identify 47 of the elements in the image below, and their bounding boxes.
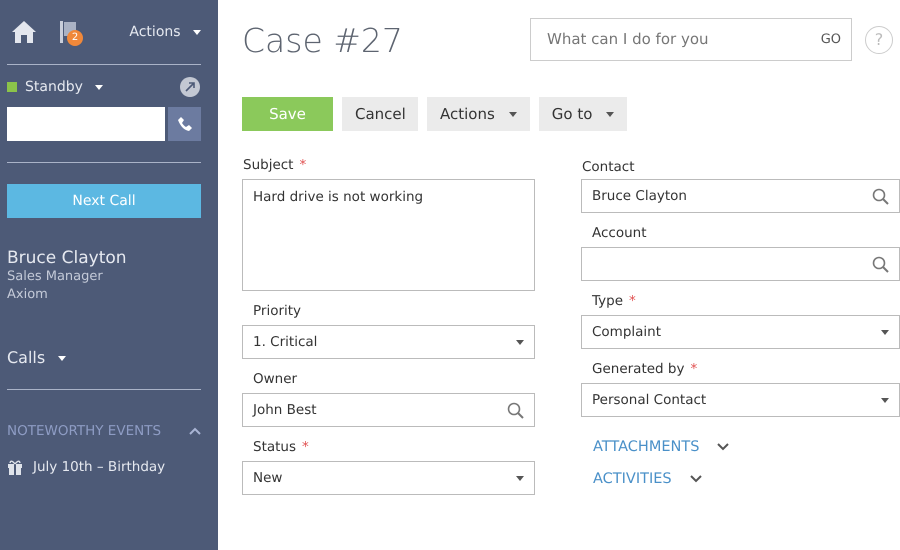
page-title: Case #27	[242, 20, 404, 60]
menu-button[interactable]: Actions	[427, 97, 530, 131]
pop-out-icon[interactable]	[179, 76, 201, 98]
field-label: Subject	[243, 157, 294, 173]
required-mark: *	[299, 157, 306, 173]
dropdown-field[interactable]: Personal Contact	[581, 383, 900, 417]
field-label: Generated by	[592, 361, 684, 377]
calls-dropdown[interactable]: Calls	[7, 348, 201, 367]
dropdown-field[interactable]: Complaint	[581, 315, 900, 349]
menu-button[interactable]: Go to	[538, 97, 628, 131]
notification-badge: 2	[67, 30, 83, 46]
dropdown-field[interactable]: 1. Critical	[242, 325, 535, 359]
field-label: Priority	[253, 303, 302, 319]
contact-title: Sales Manager	[7, 268, 104, 286]
gift-icon	[7, 459, 23, 475]
chevron-icon	[690, 475, 702, 483]
chevron-icon	[717, 443, 730, 451]
field-label: Contact	[582, 159, 635, 175]
field-label: Owner	[253, 371, 298, 387]
required-mark: *	[629, 293, 636, 309]
lookup-field[interactable]: Bruce Clayton	[581, 179, 900, 213]
phone-number-field[interactable]	[7, 107, 165, 141]
status-dropdown[interactable]: Standby	[25, 79, 104, 95]
home-icon[interactable]	[11, 20, 37, 44]
contact-company: Axiom	[7, 286, 49, 304]
field-label: Account	[592, 225, 647, 241]
section-heading: NOTEWORTHY EVENTS	[7, 423, 162, 439]
search-icon[interactable]	[507, 402, 524, 418]
actions-menu[interactable]: Actions	[129, 24, 201, 40]
field-label: Status	[253, 439, 296, 455]
field-label: Type	[592, 293, 624, 309]
call-button[interactable]	[168, 107, 201, 141]
search-field[interactable]: What can I do for you GO	[530, 18, 852, 60]
lookup-field[interactable]	[581, 247, 900, 281]
required-mark: *	[690, 361, 698, 377]
phone-icon	[176, 115, 194, 133]
search-icon[interactable]	[872, 256, 889, 272]
search-icon[interactable]	[872, 188, 889, 204]
required-mark: *	[302, 439, 309, 455]
lookup-field[interactable]: John Best	[242, 393, 535, 427]
event-text: July 10th – Birthday	[33, 459, 166, 475]
subject-field[interactable]: Hard drive is not working	[242, 179, 535, 291]
dropdown-field[interactable]: New	[242, 461, 535, 495]
go-button[interactable]: GO	[820, 32, 841, 46]
chevron-icon[interactable]	[189, 427, 201, 435]
cancel-button[interactable]: Cancel	[342, 97, 418, 131]
contact-name: Bruce Clayton	[7, 248, 128, 268]
